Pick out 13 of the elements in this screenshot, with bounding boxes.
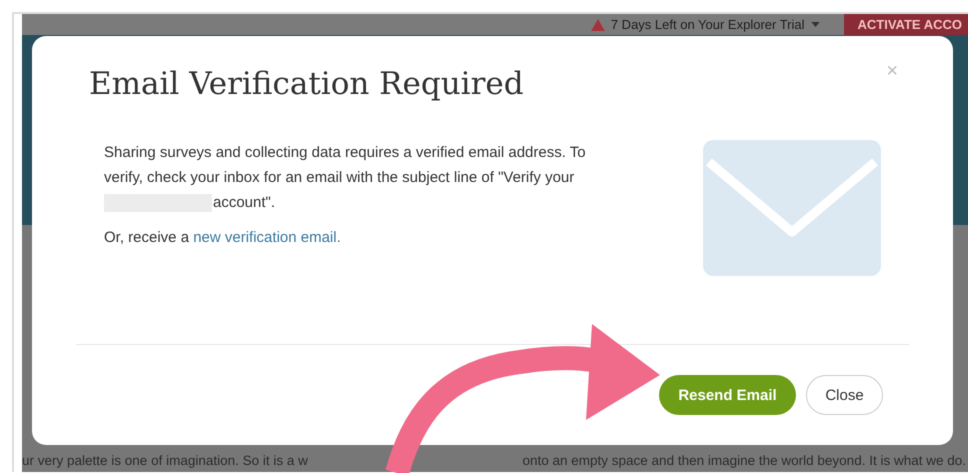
body-text: onto an empty space and then imagine the world beyond. It is what we do. bbox=[522, 452, 966, 468]
warning-icon bbox=[590, 18, 605, 30]
body-text: ur very palette is one of imagination. So it is a w bbox=[22, 452, 308, 468]
resend-message: Or, receive a new verification email. bbox=[104, 228, 342, 248]
modal-title: Email Verification Required bbox=[89, 66, 524, 102]
verification-link[interactable]: new verification email. bbox=[193, 229, 341, 246]
caret-icon bbox=[810, 22, 820, 27]
envelope-icon bbox=[703, 140, 881, 276]
trial-notice[interactable]: 7 Days Left on Your Explorer Trial bbox=[610, 17, 805, 32]
activate-button[interactable]: ACTIVATE ACCO bbox=[844, 14, 968, 35]
resend-email-button[interactable]: Resend Email bbox=[659, 375, 796, 415]
close-button[interactable]: Close bbox=[806, 375, 883, 415]
verification-message: Sharing surveys and collecting data requires a verified email address. To verify, check your inbox for an email with the subject line of "Verify your account". bbox=[104, 143, 587, 214]
